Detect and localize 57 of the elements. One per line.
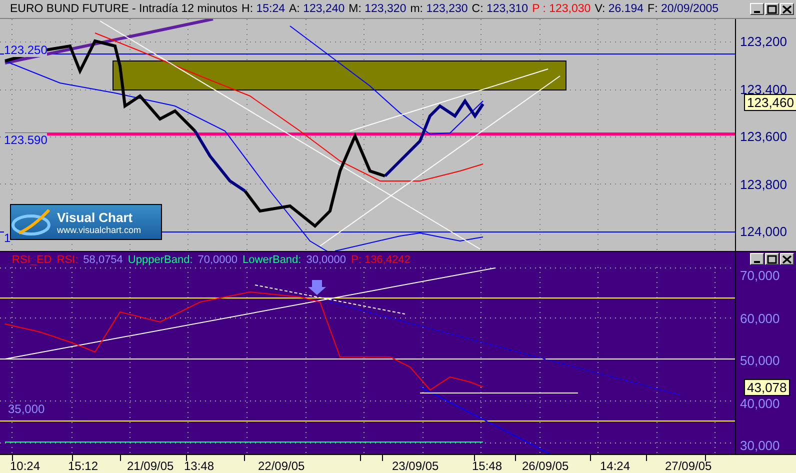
time-label: 10:24	[10, 459, 40, 473]
indicator-header-text: RSI:	[56, 254, 78, 266]
axis-label: 70,000	[740, 268, 780, 283]
time-label: 26/09/05	[522, 459, 569, 473]
indicator-header-text: 30,0000	[306, 254, 346, 266]
axis-label: 124,000	[740, 224, 787, 239]
time-label: 23/09/05	[392, 459, 439, 473]
indicator-header-text: 58,0754	[83, 254, 123, 266]
current-value-label: 43,078	[744, 379, 790, 396]
logo-url: www.visualchart.com	[57, 224, 142, 234]
current-price-label: 123,460	[744, 94, 796, 111]
minimize-button[interactable]	[750, 253, 764, 265]
time-label: 15:12	[68, 459, 98, 473]
close-button[interactable]	[780, 253, 794, 265]
quote-field: P : 123,030	[532, 3, 591, 15]
quote-field: F: 20/09/2005	[648, 3, 719, 15]
axis-label: 60,000	[740, 310, 780, 326]
close-icon	[782, 4, 792, 14]
level-label: 35,000	[8, 402, 45, 416]
indicator-header-text: RSI_ED	[12, 254, 52, 266]
time-label: 15:48	[472, 459, 502, 473]
logo-name: Visual Chart	[57, 210, 134, 224]
axis-label: 123,800	[740, 176, 787, 192]
minimize-button[interactable]	[750, 3, 764, 15]
maximize-button[interactable]	[765, 3, 779, 15]
level-label: 123.590	[4, 133, 48, 147]
axis-label: 123,600	[740, 129, 787, 144]
axis-label: 50,000	[740, 353, 780, 368]
quote-field: A: 123,240	[289, 3, 345, 15]
time-label: 22/09/05	[258, 459, 305, 473]
level-label: 123.250	[4, 43, 48, 57]
quote-field: m: 123,230	[410, 3, 468, 15]
time-label: 21/09/05	[127, 459, 174, 473]
maximize-icon	[767, 4, 777, 14]
quote-field: H: 15:24	[242, 3, 285, 15]
level-label: 1	[4, 231, 11, 245]
time-label: 13:48	[184, 459, 214, 473]
window-title: EURO BUND FUTURE - Intradía 12 minutos	[10, 3, 238, 15]
minimize-icon	[754, 260, 760, 262]
quote-field: M: 123,320	[348, 3, 406, 15]
axis-label: 123,200	[740, 34, 787, 49]
quote-field: V: 26.194	[594, 3, 644, 15]
axis-label: 123,400	[740, 82, 787, 96]
maximize-icon	[767, 254, 777, 264]
indicator-header-text: UppperBand:	[128, 254, 193, 266]
indicator-header-text: LowerBand:	[242, 254, 302, 266]
indicator-header-text: P: 136,4242	[351, 254, 410, 266]
close-button[interactable]	[780, 3, 794, 15]
quote-field: C: 123,310	[472, 3, 528, 15]
maximize-button[interactable]	[765, 253, 779, 265]
axis-label: 30,000	[740, 438, 780, 453]
time-label: 27/09/05	[665, 459, 712, 473]
minimize-icon	[754, 10, 760, 12]
time-label: 14:24	[600, 459, 630, 473]
axis-label: 40,000	[740, 396, 780, 410]
close-icon	[782, 254, 792, 264]
indicator-header-text: 70,0000	[198, 254, 238, 266]
